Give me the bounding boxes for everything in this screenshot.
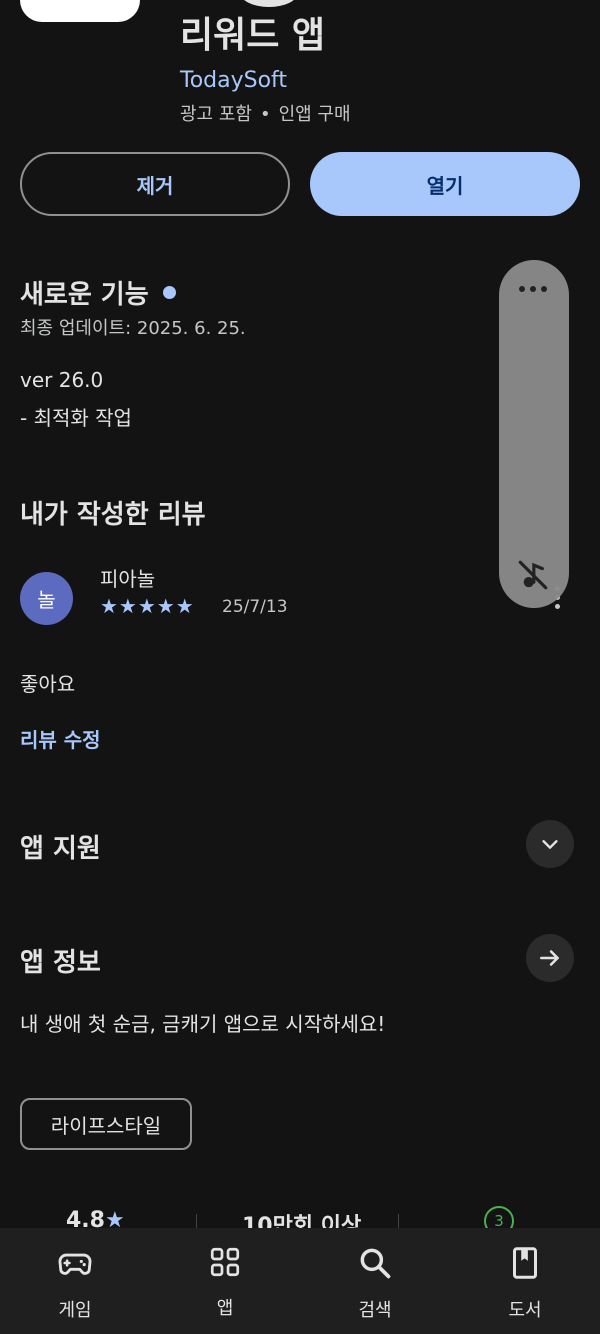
nav-item-search[interactable]: 검색	[325, 1244, 425, 1322]
version-text: ver 26.0	[20, 368, 104, 392]
last-updated: 최종 업데이트: 2025. 6. 25.	[20, 318, 246, 339]
ads-label: 광고 포함	[180, 104, 252, 125]
floating-panel[interactable]	[499, 260, 569, 608]
new-indicator-dot	[162, 286, 176, 299]
whats-new-heading: 새로운 기능	[20, 280, 149, 310]
about-app-arrow-button[interactable]	[526, 934, 574, 982]
avatar: 놀	[20, 572, 73, 625]
app-meta: 광고 포함 • 인앱 구매	[180, 100, 351, 126]
open-button[interactable]: 열기	[310, 152, 580, 216]
app-icon	[20, 0, 140, 22]
whats-new-header[interactable]: 새로운 기능	[20, 274, 176, 311]
remove-button[interactable]: 제거	[20, 152, 290, 216]
change-note: - 최적화 작업	[20, 406, 132, 430]
app-title: 리워드 앱	[180, 15, 326, 56]
review-date: 25/7/13	[222, 597, 288, 617]
cropped-title-glyph	[240, 0, 298, 7]
nav-label-books: 도서	[508, 1300, 542, 1321]
category-chip[interactable]: 라이프스타일	[20, 1098, 192, 1150]
nav-item-games[interactable]: 게임	[25, 1244, 125, 1322]
nav-label-search: 검색	[358, 1300, 392, 1321]
nav-item-books[interactable]: 도서	[475, 1244, 575, 1322]
apps-grid-icon	[210, 1247, 240, 1277]
app-support-heading: 앱 지원	[20, 834, 101, 864]
music-off-icon[interactable]	[516, 558, 550, 596]
book-icon	[513, 1247, 537, 1279]
more-options-icon[interactable]	[519, 286, 547, 292]
review-stars: ★★★★★	[100, 594, 195, 618]
gamepad-icon	[58, 1253, 92, 1275]
nav-label-apps: 앱	[216, 1298, 234, 1319]
app-description: 내 생애 첫 순금, 금캐기 앱으로 시작하세요!	[20, 1012, 386, 1036]
nav-label-games: 게임	[58, 1300, 92, 1321]
meta-separator: •	[259, 104, 271, 125]
expand-support-button[interactable]	[526, 820, 574, 868]
my-review-heading: 내가 작성한 리뷰	[20, 500, 206, 530]
nav-item-apps[interactable]: 앱	[175, 1244, 275, 1320]
iap-label: 인앱 구매	[278, 104, 351, 125]
developer-link[interactable]: TodaySoft	[180, 68, 287, 93]
review-text: 좋아요	[20, 672, 76, 696]
edit-review-link[interactable]: 리뷰 수정	[20, 724, 101, 753]
about-app-heading: 앱 정보	[20, 948, 101, 978]
arrow-right-icon	[540, 950, 559, 966]
chevron-down-icon	[542, 840, 558, 849]
search-icon	[360, 1248, 391, 1279]
reviewer-name: 피아놀	[100, 567, 156, 591]
